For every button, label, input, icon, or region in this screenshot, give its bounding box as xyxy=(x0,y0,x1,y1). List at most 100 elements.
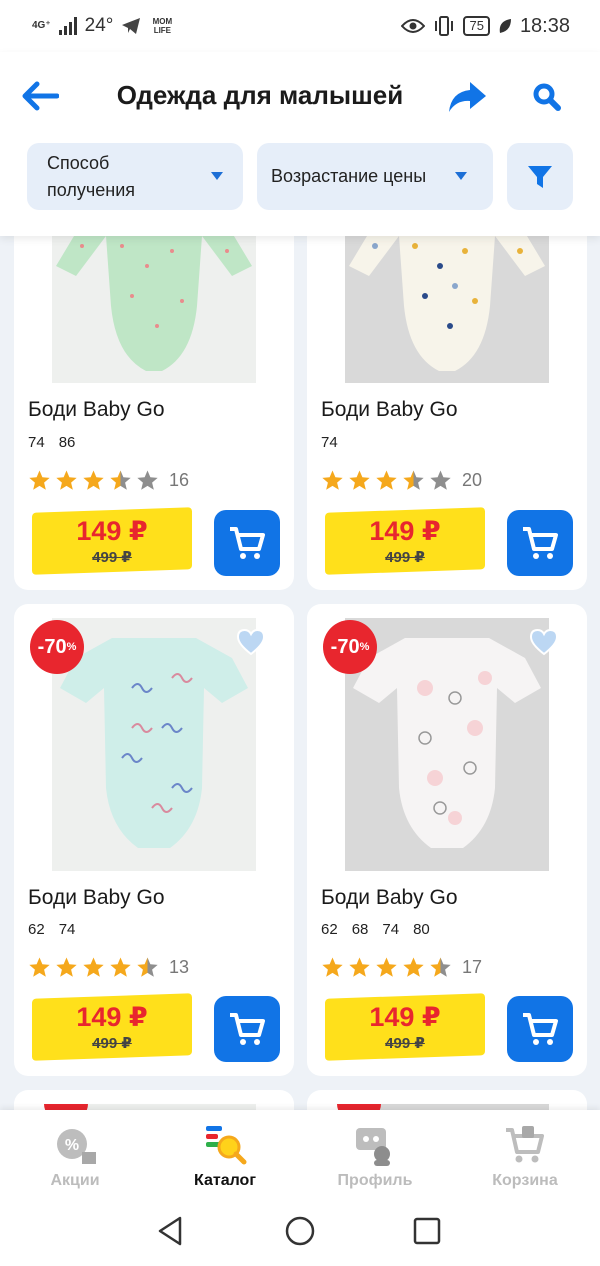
page-title: Одежда для малышей xyxy=(116,80,404,110)
home-circle-icon[interactable] xyxy=(283,1214,317,1248)
nav-label: Корзина xyxy=(492,1172,558,1189)
sort-dropdown[interactable]: Возрастание цены xyxy=(257,143,493,210)
product-name[interactable]: Боди Baby Go xyxy=(28,886,165,910)
star-full-icon xyxy=(83,470,104,490)
old-price: 499 ₽ xyxy=(385,549,425,566)
product-image[interactable] xyxy=(345,236,549,383)
review-count: 17 xyxy=(462,957,483,977)
add-to-cart-button[interactable] xyxy=(507,510,573,576)
star-full-icon xyxy=(29,470,50,490)
delivery-method-label: Способ получения xyxy=(47,152,135,200)
star-empty-icon xyxy=(430,470,451,490)
system-navigation-bar xyxy=(0,1200,600,1266)
review-count: 20 xyxy=(462,470,483,490)
share-button[interactable] xyxy=(446,76,488,118)
size-option: 80 xyxy=(413,921,430,938)
size-option: 86 xyxy=(58,434,76,451)
review-count: 13 xyxy=(169,957,190,977)
nav-item-catalog[interactable]: Каталог xyxy=(150,1110,300,1200)
nav-item-cart[interactable]: Корзина xyxy=(450,1110,600,1200)
nav-item-profile[interactable]: Профиль xyxy=(300,1110,450,1200)
size-option: 62 xyxy=(321,921,338,938)
star-full-icon xyxy=(56,470,77,490)
product-name[interactable]: Боди Baby Go xyxy=(28,398,165,422)
size-list: 62 68 74 80 xyxy=(321,921,430,938)
size-option: 62 xyxy=(28,921,45,938)
product-card[interactable]: Боди Baby Go 74 86 16 149 ₽ 499 ₽ xyxy=(14,236,294,590)
size-list: 74 xyxy=(321,434,338,451)
status-right: 75 18:38 xyxy=(401,15,570,38)
discount-badge: -70% xyxy=(30,620,84,674)
nav-label: Акции xyxy=(50,1172,100,1189)
delivery-method-dropdown[interactable]: Способ получения xyxy=(27,143,243,210)
size-list: 74 86 xyxy=(28,434,75,451)
vibrate-icon xyxy=(435,16,454,36)
current-price: 149 ₽ xyxy=(76,516,148,546)
cart-icon xyxy=(523,1013,558,1045)
rating-stars: 16 xyxy=(28,469,189,492)
current-price: 149 ₽ xyxy=(369,1002,441,1032)
cart-icon xyxy=(230,527,265,559)
cart-icon xyxy=(523,527,558,559)
svg-text:%: % xyxy=(65,1137,79,1154)
size-option: 74 xyxy=(321,434,338,451)
product-image[interactable] xyxy=(52,236,256,383)
old-price: 499 ₽ xyxy=(385,1035,425,1052)
search-button[interactable] xyxy=(526,76,568,118)
back-button[interactable] xyxy=(20,76,60,116)
star-full-icon xyxy=(349,957,370,977)
product-card[interactable]: -70% Боди Baby Go 62 68 74 80 17 149 ₽ 4… xyxy=(307,604,587,1076)
signal-icon xyxy=(58,17,77,35)
back-triangle-icon[interactable] xyxy=(154,1214,188,1248)
review-count: 16 xyxy=(169,470,190,490)
bottom-navigation: % Акции Каталог Профиль Корзина xyxy=(0,1110,600,1200)
star-full-icon xyxy=(110,957,131,977)
star-full-icon xyxy=(83,957,104,977)
filter-button[interactable] xyxy=(507,143,573,210)
size-option: 68 xyxy=(351,921,369,938)
product-card[interactable]: Боди Baby Go 74 20 149 ₽ 499 ₽ xyxy=(307,236,587,590)
share-icon xyxy=(449,82,486,112)
catalog-search-icon xyxy=(206,1126,247,1165)
star-full-icon xyxy=(376,957,397,977)
old-price: 499 ₽ xyxy=(92,549,132,566)
favorite-heart-icon[interactable] xyxy=(236,628,266,656)
current-price: 149 ₽ xyxy=(76,1002,148,1032)
product-card[interactable]: -70% Боди Baby Go 62 74 13 149 ₽ 499 ₽ xyxy=(14,604,294,1076)
leaf-icon xyxy=(499,19,511,33)
nav-item-promotions[interactable]: % Акции xyxy=(0,1110,150,1200)
product-card[interactable] xyxy=(307,1090,587,1110)
status-left: 4G⁺ 24° MOM LIFE xyxy=(32,15,175,37)
product-image[interactable] xyxy=(345,618,549,871)
search-icon xyxy=(533,83,561,111)
add-to-cart-button[interactable] xyxy=(507,996,573,1062)
size-option: 74 xyxy=(382,921,400,938)
add-to-cart-button[interactable] xyxy=(214,996,280,1062)
rating-stars: 13 xyxy=(28,956,189,979)
star-full-icon xyxy=(56,957,77,977)
product-image[interactable] xyxy=(52,618,256,871)
profile-card-icon xyxy=(356,1128,390,1166)
bodysuit-image xyxy=(56,236,252,371)
price-tag: 149 ₽ 499 ₽ xyxy=(325,993,485,1061)
star-full-icon xyxy=(29,957,50,977)
cart-icon xyxy=(230,1013,265,1045)
app-header: Одежда для малышей Способ получения Возр… xyxy=(0,52,600,236)
size-list: 62 74 xyxy=(28,921,75,938)
recents-square-icon[interactable] xyxy=(410,1214,444,1248)
app-badge: MOM LIFE xyxy=(152,17,173,35)
add-to-cart-button[interactable] xyxy=(214,510,280,576)
favorite-heart-icon[interactable] xyxy=(529,628,559,656)
chevron-down-icon xyxy=(455,172,467,180)
telegram-icon xyxy=(122,18,141,34)
eye-icon xyxy=(401,19,426,33)
star-full-icon xyxy=(322,957,343,977)
star-half-icon xyxy=(137,957,158,977)
product-card[interactable] xyxy=(14,1090,294,1110)
product-name[interactable]: Боди Baby Go xyxy=(321,398,458,422)
discount-value: -70 xyxy=(37,635,67,658)
current-price: 149 ₽ xyxy=(369,516,441,546)
product-name[interactable]: Боди Baby Go xyxy=(321,886,458,910)
product-grid: Боди Baby Go 74 86 16 149 ₽ 499 ₽ Боди B… xyxy=(0,236,600,1110)
temperature: 24° xyxy=(84,15,114,36)
